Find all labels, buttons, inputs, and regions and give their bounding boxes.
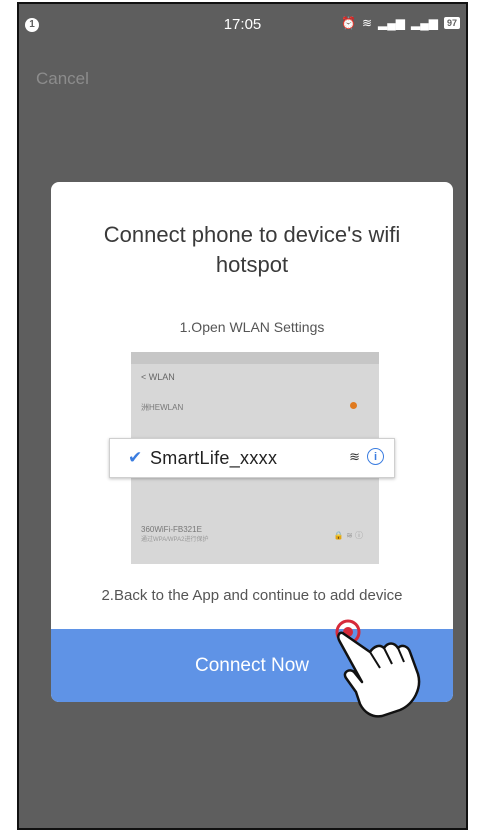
status-bar: 1 17:05 ⏰ ≋ ▂▄▆ ▂▄▆ 97 — [19, 4, 466, 42]
battery-icon: 97 — [443, 17, 460, 29]
dialog-title: Connect phone to device's wifi hotspot — [103, 222, 401, 277]
illustration-other-network: 360WiFi-FB321E 通过WPA/WPA2进行保护 — [141, 525, 209, 543]
illustration-toggle-dot — [350, 402, 357, 409]
wifi-icon: ≋ — [361, 16, 373, 30]
step2-label: 2.Back to the App and continue to add de… — [101, 587, 403, 604]
wifi-icon: ≋ — [349, 449, 360, 464]
tap-hand-icon — [335, 619, 421, 718]
illustration-wlan-header: < WLAN — [141, 372, 175, 382]
illustration-row: 洲HEWLAN — [131, 390, 379, 425]
info-icon[interactable]: i — [367, 448, 384, 465]
signal-icon: ▂▄▆ — [411, 16, 438, 30]
illustration-status-bar — [131, 352, 379, 364]
illustration-network-icons: 🔒 ≋ ⓘ — [333, 531, 363, 540]
cancel-button[interactable]: Cancel — [36, 69, 89, 89]
smartlife-network-row[interactable]: ✔ SmartLife_xxxx ≋ i — [109, 438, 395, 478]
network-ssid: SmartLife_xxxx — [150, 447, 278, 468]
alarm-icon: ⏰ — [341, 16, 356, 30]
check-icon: ✔ — [128, 448, 143, 467]
status-icons: ⏰ ≋ ▂▄▆ ▂▄▆ 97 — [341, 16, 460, 30]
step1-label: 1.Open WLAN Settings — [179, 319, 325, 335]
signal-icon: ▂▄▆ — [378, 16, 406, 30]
